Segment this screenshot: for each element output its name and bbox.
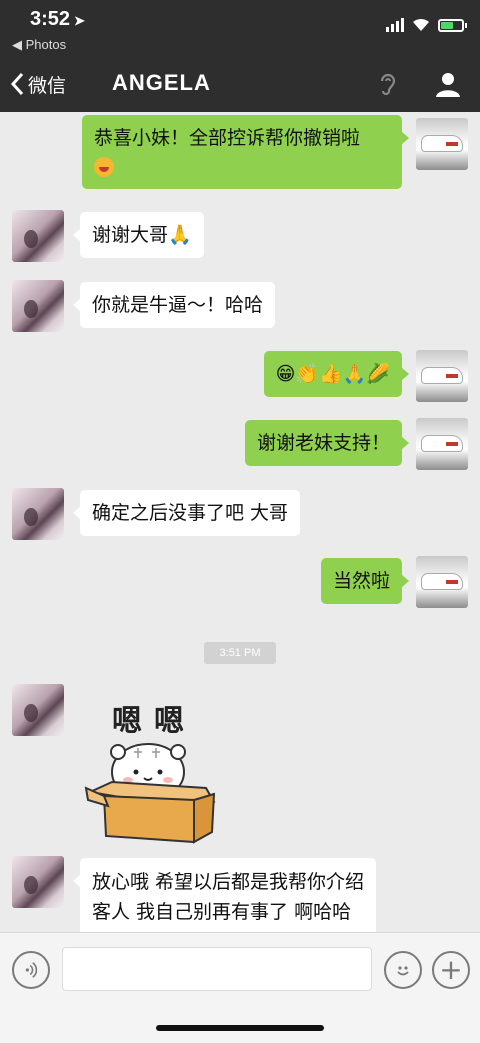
back-label: 微信 — [28, 74, 67, 97]
contact-avatar[interactable] — [12, 280, 64, 332]
my-avatar[interactable] — [416, 118, 468, 170]
smiley-icon — [397, 966, 409, 976]
message-bubble-incoming[interactable]: 确定之后没事了吧 大哥 — [72, 490, 301, 536]
message-bubble-outgoing[interactable]: 当然啦 — [320, 558, 410, 604]
message-text: 谢谢大哥🙏 — [92, 224, 192, 246]
contact-avatar[interactable] — [12, 856, 64, 908]
battery-icon — [438, 18, 467, 32]
message-input[interactable] — [62, 947, 372, 991]
location-arrow-icon: ➤ — [74, 13, 85, 28]
message-bubble-incoming[interactable]: 谢谢大哥🙏 — [73, 212, 204, 258]
contact-avatar[interactable] — [12, 488, 64, 540]
message-timestamp: 3:51 PM — [204, 642, 276, 664]
message-text: 谢谢老妹支持！ — [256, 432, 390, 454]
box-cat-sticker[interactable]: 嗯嗯 — [82, 696, 222, 846]
chat-title: ANGELA — [112, 70, 211, 95]
message-bubble-outgoing[interactable]: 恭喜小妹！全部控诉帮你撤销啦 — [82, 115, 409, 189]
message-bubble-incoming[interactable]: 放心哦 希望以后都是我帮你介绍 客人 我自己别再有事了 啊哈哈 — [72, 858, 377, 936]
more-options-button[interactable]: + — [432, 951, 470, 989]
voice-input-button[interactable] — [12, 951, 50, 989]
message-text: 恭喜小妹！全部控诉帮你撤销啦 — [94, 127, 361, 149]
chevron-left-icon — [10, 72, 24, 96]
message-text: 当然啦 — [332, 570, 390, 592]
input-bar: + — [0, 932, 480, 1043]
emoji-message: 😁👏👍🙏🌽 — [275, 363, 390, 385]
chat-area[interactable]: 恭喜小妹！全部控诉帮你撤销啦 谢谢大哥🙏 你就是牛逼～！哈哈 😁👏👍🙏🌽 谢谢老… — [0, 112, 480, 936]
message-text: 你就是牛逼～！哈哈 — [92, 294, 264, 316]
message-bubble-outgoing[interactable]: 谢谢老妹支持！ — [244, 420, 410, 466]
message-text: 确定之后没事了吧 大哥 — [92, 502, 289, 524]
top-bar: 3:52 ➤ ◀ Photos 微信 ANGELA — [0, 0, 480, 112]
back-button[interactable]: 微信 — [10, 66, 66, 102]
smile-emoji — [94, 156, 114, 177]
cat-in-box-icon — [84, 743, 216, 844]
voice-icon — [25, 962, 38, 978]
status-time: 3:52 ➤ — [30, 8, 85, 30]
contact-avatar[interactable] — [12, 684, 64, 736]
plus-icon: + — [439, 953, 463, 986]
message-bubble-outgoing[interactable]: 😁👏👍🙏🌽 — [263, 351, 410, 397]
contact-avatar[interactable] — [12, 210, 64, 262]
home-indicator[interactable] — [156, 1025, 324, 1031]
emoji-button[interactable] — [384, 951, 422, 989]
status-icons — [386, 18, 467, 32]
wifi-icon — [413, 18, 429, 31]
message-text-line2: 客人 我自己别再有事了 啊哈哈 — [92, 901, 352, 923]
my-avatar[interactable] — [416, 418, 468, 470]
message-text: 放心哦 希望以后都是我帮你介绍 — [92, 871, 365, 893]
message-bubble-incoming[interactable]: 你就是牛逼～！哈哈 — [72, 282, 276, 328]
signal-icon — [386, 18, 404, 32]
back-to-photos-link[interactable]: ◀ Photos — [12, 37, 66, 53]
my-avatar[interactable] — [416, 350, 468, 402]
my-avatar[interactable] — [416, 556, 468, 608]
person-icon[interactable] — [434, 70, 462, 98]
ear-icon[interactable] — [378, 72, 398, 98]
